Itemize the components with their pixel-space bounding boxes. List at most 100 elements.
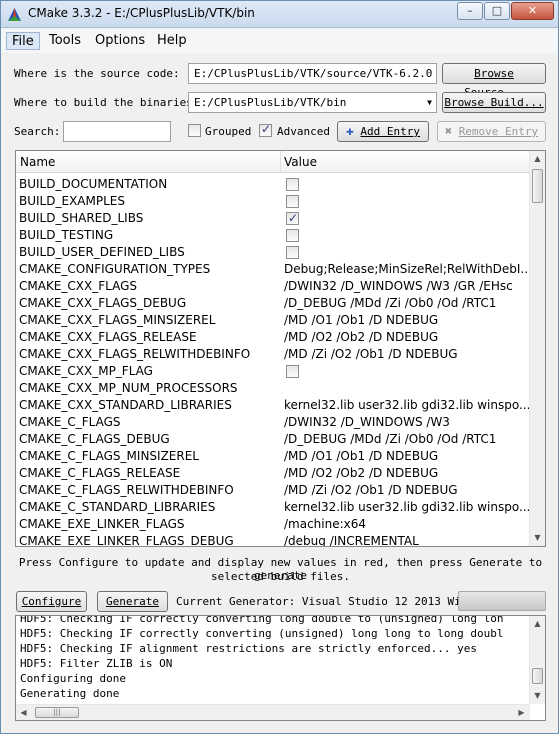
entry-value-cell[interactable] <box>284 363 530 381</box>
scroll-up-icon[interactable]: ▲ <box>530 616 545 632</box>
configure-button[interactable]: Configure <box>16 591 87 612</box>
output-log[interactable]: HDF5: Checking IF correctly converting l… <box>15 615 546 721</box>
entry-name: CMAKE_C_FLAGS_MINSIZEREL <box>19 449 199 463</box>
close-button[interactable]: ✕ <box>511 2 554 20</box>
entry-value-cell[interactable] <box>284 176 530 194</box>
table-row[interactable]: CMAKE_C_FLAGS_RELEASE/MD /O2 /Ob2 /D NDE… <box>16 465 531 482</box>
entry-value-checkbox[interactable] <box>286 178 299 191</box>
scroll-right-icon[interactable]: ▶ <box>514 705 529 720</box>
maximize-button[interactable]: □ <box>484 2 510 20</box>
scroll-thumb[interactable] <box>532 169 543 203</box>
scroll-up-icon[interactable]: ▲ <box>530 151 545 167</box>
log-line: HDF5: Checking IF correctly converting (… <box>20 627 504 640</box>
entry-value-checkbox[interactable] <box>286 210 299 227</box>
table-row[interactable]: CMAKE_CXX_MP_NUM_PROCESSORS <box>16 380 531 397</box>
entry-value-cell[interactable] <box>284 244 530 262</box>
entry-value[interactable]: /DWIN32 /D_WINDOWS /W3 /GR /EHsc <box>284 278 530 295</box>
menu-tools[interactable]: Tools <box>44 32 86 50</box>
add-entry-button[interactable]: ✚ Add Entry <box>337 121 429 142</box>
table-row[interactable]: BUILD_TESTING <box>16 227 531 244</box>
build-label: Where to build the binaries: <box>14 96 200 109</box>
entry-value-cell[interactable] <box>284 227 530 245</box>
browse-source-button[interactable]: Browse Source... <box>442 63 546 99</box>
advanced-checkbox[interactable] <box>259 122 272 137</box>
chevron-down-icon[interactable]: ▼ <box>427 93 432 112</box>
entry-value-checkbox[interactable] <box>286 246 299 259</box>
table-row[interactable]: CMAKE_CXX_MP_FLAG <box>16 363 531 380</box>
header-name[interactable]: Name <box>20 155 55 169</box>
log-line: HDF5: Filter ZLIB is ON <box>20 657 173 670</box>
horizontal-scroll-thumb[interactable]: ||| <box>35 707 79 718</box>
entry-value[interactable]: /D_DEBUG /MDd /Zi /Ob0 /Od /RTC1 <box>284 431 530 448</box>
grouped-checkbox[interactable] <box>188 124 201 137</box>
entry-value[interactable]: kernel32.lib user32.lib gdi32.lib winspo… <box>284 499 530 516</box>
table-row[interactable]: CMAKE_C_FLAGS_RELWITHDEBINFO/MD /Zi /O2 … <box>16 482 531 499</box>
entry-value[interactable]: /MD /O1 /Ob1 /D NDEBUG <box>284 312 530 329</box>
browse-build-button[interactable]: Browse Build... <box>442 92 546 113</box>
table-row[interactable]: BUILD_EXAMPLES <box>16 193 531 210</box>
entry-name: BUILD_DOCUMENTATION <box>19 177 168 191</box>
table-row[interactable]: CMAKE_CXX_FLAGS /DWIN32 /D_WINDOWS /W3 /… <box>16 278 531 295</box>
entry-name: CMAKE_C_FLAGS_RELEASE <box>19 466 181 480</box>
remove-entry-label: Remove Entry <box>458 125 539 138</box>
title-bar[interactable]: CMake 3.3.2 - E:/CPlusPlusLib/VTK/bin – … <box>1 1 558 28</box>
entry-value[interactable]: /MD /O1 /Ob1 /D NDEBUG <box>284 448 530 465</box>
table-row[interactable]: CMAKE_CXX_FLAGS_MINSIZEREL/MD /O1 /Ob1 /… <box>16 312 531 329</box>
entry-value-checkbox[interactable] <box>286 365 299 378</box>
search-input[interactable] <box>63 121 171 142</box>
advanced-label: Advanced <box>277 125 330 138</box>
entry-value[interactable]: /MD /Zi /O2 /Ob1 /D NDEBUG <box>284 482 530 499</box>
table-row[interactable]: CMAKE_EXE_LINKER_FLAGS /machine:x64 <box>16 516 531 533</box>
scroll-down-icon[interactable]: ▼ <box>530 688 545 704</box>
table-row[interactable]: CMAKE_CXX_FLAGS_RELWITHDEBINFO/MD /Zi /O… <box>16 346 531 363</box>
log-vertical-scrollbar[interactable]: ▲ ▼ <box>529 616 545 704</box>
entry-value[interactable]: /MD /O2 /Ob2 /D NDEBUG <box>284 329 530 346</box>
table-row[interactable]: CMAKE_CXX_FLAGS_RELEASE/MD /O2 /Ob2 /D N… <box>16 329 531 346</box>
table-row[interactable]: CMAKE_C_STANDARD_LIBRARIES kernel32.lib u… <box>16 499 531 516</box>
entry-value-checkbox[interactable] <box>286 195 299 208</box>
header-value[interactable]: Value <box>284 155 317 169</box>
entry-name: CMAKE_C_FLAGS <box>19 415 121 429</box>
log-horizontal-scrollbar[interactable]: ◀ ||| ▶ <box>16 704 530 720</box>
cache-table[interactable]: Name Value BUILD_DOCUMENTATION BUILD_EXAM… <box>15 150 546 547</box>
entry-value[interactable]: kernel32.lib user32.lib gdi32.lib winspo… <box>284 397 530 414</box>
table-row[interactable]: BUILD_USER_DEFINED_LIBS <box>16 244 531 261</box>
table-row[interactable]: CMAKE_C_FLAGS_MINSIZEREL/MD /O1 /Ob1 /D … <box>16 448 531 465</box>
table-row[interactable]: CMAKE_CXX_STANDARD_LIBRARIES kernel32.lib… <box>16 397 531 414</box>
menu-help[interactable]: Help <box>152 32 192 50</box>
entry-value[interactable]: /debug /INCREMENTAL <box>284 533 530 546</box>
menu-file[interactable]: File <box>6 32 40 50</box>
entry-value[interactable]: /DWIN32 /D_WINDOWS /W3 <box>284 414 530 431</box>
table-row[interactable]: CMAKE_CONFIGURATION_TYPES Debug;Release;M… <box>16 261 531 278</box>
build-path-combobox[interactable]: E:/CPlusPlusLib/VTK/bin ▼ <box>188 92 437 113</box>
entry-value[interactable]: /MD /Zi /O2 /Ob1 /D NDEBUG <box>284 346 530 363</box>
entry-value[interactable]: /MD /O2 /Ob2 /D NDEBUG <box>284 465 530 482</box>
table-row[interactable]: CMAKE_C_FLAGS_DEBUG/D_DEBUG /MDd /Zi /Ob… <box>16 431 531 448</box>
table-row[interactable]: CMAKE_CXX_FLAGS_DEBUG/D_DEBUG /MDd /Zi /… <box>16 295 531 312</box>
table-vertical-scrollbar[interactable]: ▲ ▼ <box>529 151 545 546</box>
cmake-logo-icon <box>8 8 21 21</box>
minimize-button[interactable]: – <box>457 2 483 20</box>
entry-value-cell[interactable] <box>284 210 530 228</box>
entry-value[interactable]: /machine:x64 <box>284 516 530 533</box>
table-row[interactable]: BUILD_DOCUMENTATION <box>16 176 531 193</box>
source-path-input[interactable]: E:/CPlusPlusLib/VTK/source/VTK-6.2.0 <box>188 63 437 84</box>
generate-button[interactable]: Generate <box>97 591 168 612</box>
table-row[interactable]: CMAKE_EXE_LINKER_FLAGS_DEBUG/debug /INCR… <box>16 533 531 546</box>
table-body: BUILD_DOCUMENTATION BUILD_EXAMPLES BUILD_S… <box>16 176 531 546</box>
entry-value-checkbox[interactable] <box>286 229 299 242</box>
scroll-down-icon[interactable]: ▼ <box>530 530 545 546</box>
menu-bar: File Tools Options Help <box>1 29 558 53</box>
scroll-thumb[interactable] <box>532 668 543 684</box>
menu-options[interactable]: Options <box>90 32 150 50</box>
entry-name: CMAKE_CXX_FLAGS_RELEASE <box>19 330 197 344</box>
scroll-left-icon[interactable]: ◀ <box>16 705 31 720</box>
entry-name: CMAKE_CXX_FLAGS <box>19 279 137 293</box>
entry-value[interactable]: /D_DEBUG /MDd /Zi /Ob0 /Od /RTC1 <box>284 295 530 312</box>
entry-value[interactable]: Debug;Release;MinSizeRel;RelWithDebI... <box>284 261 530 278</box>
table-row[interactable]: BUILD_SHARED_LIBS <box>16 210 531 227</box>
table-row[interactable]: CMAKE_C_FLAGS /DWIN32 /D_WINDOWS /W3 <box>16 414 531 431</box>
entry-value-cell[interactable] <box>284 193 530 211</box>
add-entry-label: Add Entry <box>360 125 421 138</box>
remove-entry-button[interactable]: ✖ Remove Entry <box>437 121 546 142</box>
